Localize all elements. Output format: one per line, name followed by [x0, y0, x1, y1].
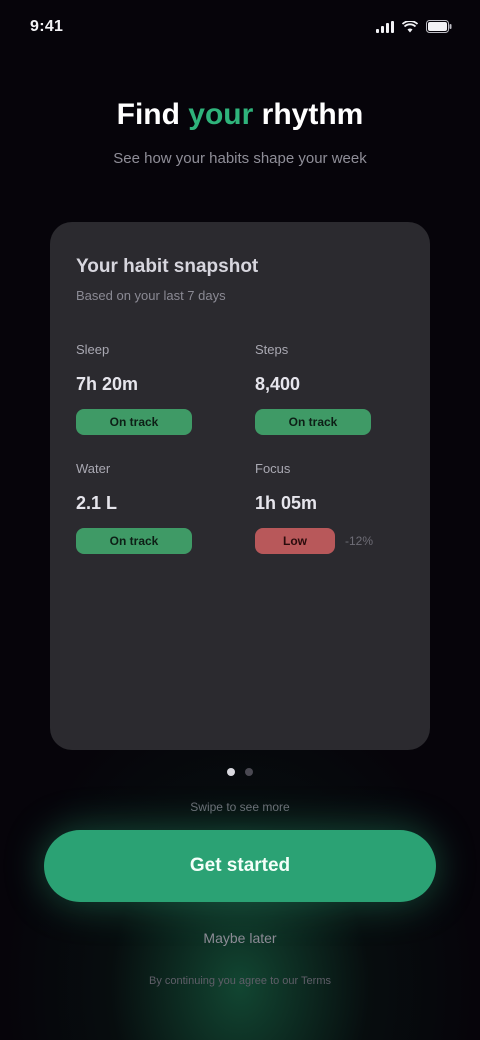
stats-grid: Sleep 7h 20m On track Steps 8,400 On tra…	[76, 342, 404, 554]
stat-label: Steps	[255, 342, 289, 357]
page-dot[interactable]	[245, 768, 253, 776]
stat-change: -12%	[345, 534, 374, 548]
page-dot-active[interactable]	[227, 768, 235, 776]
status-badge: On track	[76, 528, 192, 554]
status-badge: On track	[76, 409, 192, 435]
page-indicator[interactable]	[0, 768, 480, 776]
stat-item: Focus 1h 05m Low -12%	[255, 461, 404, 554]
stat-status-row: On track	[255, 409, 404, 435]
stat-label: Water	[76, 461, 111, 476]
swipe-hint: Swipe to see more	[190, 800, 290, 814]
stat-label: Sleep	[76, 342, 110, 357]
page-subtitle: See how your habits shape your week	[113, 150, 367, 167]
status-icons	[376, 20, 452, 33]
stat-value: 8,400	[255, 374, 301, 394]
status-badge: On track	[255, 409, 371, 435]
battery-icon	[426, 20, 452, 33]
status-badge: Low	[255, 528, 335, 554]
stat-item: Steps 8,400 On track	[255, 342, 404, 435]
wifi-icon	[402, 20, 418, 33]
legal-text: By continuing you agree to our Terms	[148, 975, 331, 987]
stat-status-row: Low -12%	[255, 528, 404, 554]
title-prefix: Find	[116, 98, 180, 131]
get-started-button[interactable]: Get started	[44, 830, 436, 902]
page-title: Find your rhythm	[0, 98, 480, 132]
title-accent: your	[188, 98, 254, 131]
stat-value: 7h 20m	[76, 374, 139, 394]
habit-summary-card: Your habit snapshot Based on your last 7…	[50, 222, 430, 750]
stat-label: Focus	[255, 461, 291, 476]
status-bar: 9:41	[0, 0, 480, 56]
stat-status-row: On track	[76, 409, 225, 435]
title-suffix: rhythm	[261, 98, 364, 131]
stat-item: Water 2.1 L On track	[76, 461, 225, 554]
signal-icon	[376, 20, 394, 33]
status-time: 9:41	[30, 18, 64, 35]
card-title: Your habit snapshot	[76, 256, 259, 277]
stat-value: 2.1 L	[76, 493, 118, 513]
card-subtitle: Based on your last 7 days	[76, 288, 226, 303]
stat-status-row: On track	[76, 528, 225, 554]
stat-item: Sleep 7h 20m On track	[76, 342, 225, 435]
maybe-later-link[interactable]: Maybe later	[0, 930, 480, 946]
stat-value: 1h 05m	[255, 493, 318, 513]
